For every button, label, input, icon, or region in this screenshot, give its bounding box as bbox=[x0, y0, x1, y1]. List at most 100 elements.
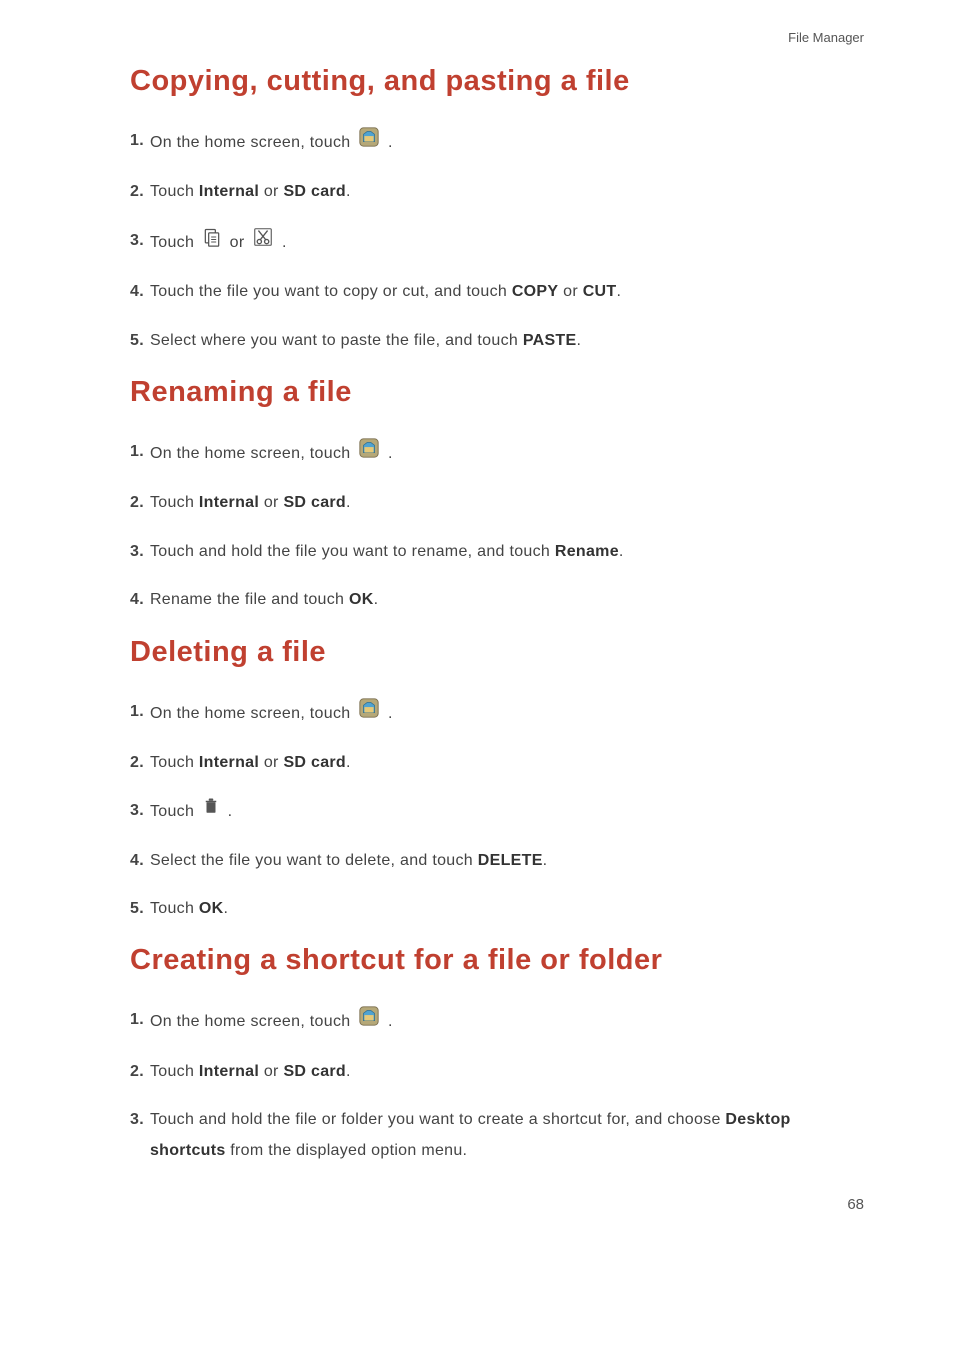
step-text: . bbox=[346, 754, 351, 771]
bold-text: Internal bbox=[199, 1063, 259, 1080]
step-number: 5. bbox=[130, 326, 144, 356]
step-text: . bbox=[224, 900, 229, 917]
step-text: . bbox=[346, 1063, 351, 1080]
step-body: Select the file you want to delete, and … bbox=[150, 846, 864, 876]
step-number: 3. bbox=[130, 537, 144, 567]
section-heading-copy: Copying, cutting, and pasting a file bbox=[130, 65, 864, 98]
step-body: Select where you want to paste the file,… bbox=[150, 326, 864, 356]
filemanager-icon bbox=[358, 697, 380, 730]
step-text: . bbox=[543, 852, 548, 869]
step-text: Rename the file and touch bbox=[150, 591, 349, 608]
step-number: 2. bbox=[130, 1057, 144, 1087]
step-number: 5. bbox=[130, 894, 144, 924]
step-body: Touch and hold the file or folder you wa… bbox=[150, 1105, 864, 1166]
bold-text: SD card bbox=[283, 494, 346, 511]
step-number: 1. bbox=[130, 1005, 144, 1035]
bold-text: CUT bbox=[583, 283, 617, 300]
section-heading-delete: Deleting a file bbox=[130, 636, 864, 669]
step-text: Touch bbox=[150, 754, 199, 771]
step-number: 2. bbox=[130, 177, 144, 207]
step: 2. Touch Internal or SD card. bbox=[130, 488, 864, 518]
step-text: . bbox=[346, 494, 351, 511]
step-number: 1. bbox=[130, 126, 144, 156]
step-text: . bbox=[346, 183, 351, 200]
step-number: 4. bbox=[130, 846, 144, 876]
step-body: On the home screen, touch . bbox=[150, 697, 864, 730]
step-text: On the home screen, touch bbox=[150, 134, 355, 151]
section-heading-shortcut: Creating a shortcut for a file or folder bbox=[130, 944, 864, 977]
document-page: File Manager Copying, cutting, and pasti… bbox=[0, 0, 954, 1253]
filemanager-icon bbox=[358, 126, 380, 159]
step: 2. Touch Internal or SD card. bbox=[130, 1057, 864, 1087]
breadcrumb: File Manager bbox=[788, 30, 864, 45]
step-text: or bbox=[259, 754, 283, 771]
step-text: from the displayed option menu. bbox=[226, 1142, 468, 1159]
step-body: Touch or . bbox=[150, 226, 864, 259]
step-number: 4. bbox=[130, 277, 144, 307]
step: 3. Touch or . bbox=[130, 226, 864, 259]
bold-text: Internal bbox=[199, 754, 259, 771]
step-text: . bbox=[282, 234, 287, 251]
bold-text: SD card bbox=[283, 183, 346, 200]
step: 2. Touch Internal or SD card. bbox=[130, 177, 864, 207]
step-text: Touch bbox=[150, 183, 199, 200]
step-text: or bbox=[259, 183, 283, 200]
step: 1. On the home screen, touch . bbox=[130, 126, 864, 159]
step-text: Touch bbox=[150, 1063, 199, 1080]
step: 3. Touch and hold the file you want to r… bbox=[130, 537, 864, 567]
step-text: Touch bbox=[150, 494, 199, 511]
filemanager-icon bbox=[358, 437, 380, 470]
page-header: File Manager bbox=[130, 30, 864, 45]
step-number: 3. bbox=[130, 1105, 144, 1135]
step-number: 3. bbox=[130, 226, 144, 256]
step-text: . bbox=[576, 332, 581, 349]
step-text: . bbox=[388, 445, 393, 462]
step: 4. Rename the file and touch OK. bbox=[130, 585, 864, 615]
step-text: . bbox=[374, 591, 379, 608]
bold-text: Internal bbox=[199, 183, 259, 200]
step-body: Touch OK. bbox=[150, 894, 864, 924]
step-text: . bbox=[388, 704, 393, 721]
step-text: or bbox=[558, 283, 582, 300]
step-body: Rename the file and touch OK. bbox=[150, 585, 864, 615]
step-text: . bbox=[617, 283, 622, 300]
step-body: Touch Internal or SD card. bbox=[150, 1057, 864, 1087]
page-number: 68 bbox=[130, 1196, 864, 1213]
step: 2. Touch Internal or SD card. bbox=[130, 748, 864, 778]
step: 5. Touch OK. bbox=[130, 894, 864, 924]
step-text: or bbox=[259, 1063, 283, 1080]
step-number: 1. bbox=[130, 697, 144, 727]
step-number: 4. bbox=[130, 585, 144, 615]
step-text: Touch bbox=[150, 803, 199, 820]
bold-text: COPY bbox=[512, 283, 559, 300]
step: 5. Select where you want to paste the fi… bbox=[130, 326, 864, 356]
bold-text: Internal bbox=[199, 494, 259, 511]
step-text: . bbox=[619, 543, 624, 560]
bold-text: SD card bbox=[283, 1063, 346, 1080]
step-text: or bbox=[259, 494, 283, 511]
bold-text: SD card bbox=[283, 754, 346, 771]
step-body: Touch Internal or SD card. bbox=[150, 177, 864, 207]
step: 4. Select the file you want to delete, a… bbox=[130, 846, 864, 876]
copy-icon bbox=[202, 226, 222, 259]
step: 3. Touch . bbox=[130, 796, 864, 827]
step-body: On the home screen, touch . bbox=[150, 437, 864, 470]
step-text: Select the file you want to delete, and … bbox=[150, 852, 478, 869]
bold-text: DELETE bbox=[478, 852, 543, 869]
step: 1. On the home screen, touch . bbox=[130, 437, 864, 470]
step-text: . bbox=[228, 803, 233, 820]
step-text: Touch bbox=[150, 234, 199, 251]
step-text: . bbox=[388, 134, 393, 151]
step-body: On the home screen, touch . bbox=[150, 126, 864, 159]
step-text: . bbox=[388, 1013, 393, 1030]
bold-text: PASTE bbox=[523, 332, 577, 349]
step: 1. On the home screen, touch . bbox=[130, 697, 864, 730]
step-body: Touch Internal or SD card. bbox=[150, 488, 864, 518]
step-text: On the home screen, touch bbox=[150, 1013, 355, 1030]
step-text: Select where you want to paste the file,… bbox=[150, 332, 523, 349]
section-heading-rename: Renaming a file bbox=[130, 376, 864, 409]
trash-icon bbox=[202, 796, 220, 827]
step-text: On the home screen, touch bbox=[150, 445, 355, 462]
step-text: Touch bbox=[150, 900, 199, 917]
step-number: 2. bbox=[130, 488, 144, 518]
